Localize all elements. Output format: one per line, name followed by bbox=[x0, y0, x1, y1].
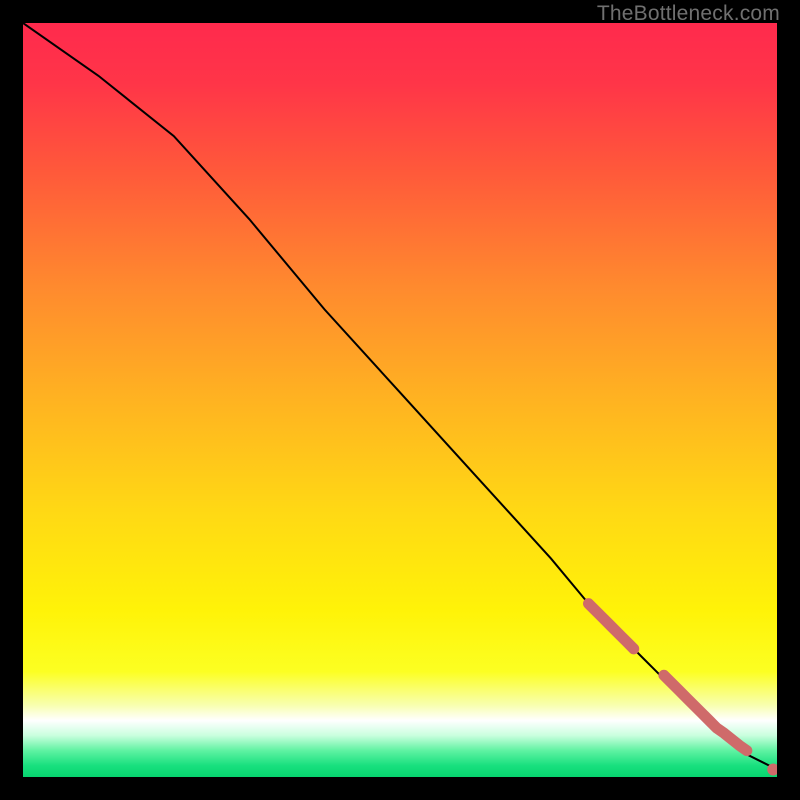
chart-stage: TheBottleneck.com bbox=[0, 0, 800, 800]
chart-background-gradient bbox=[23, 23, 777, 777]
chart-svg bbox=[23, 23, 777, 777]
chart-plot-area bbox=[23, 23, 777, 777]
